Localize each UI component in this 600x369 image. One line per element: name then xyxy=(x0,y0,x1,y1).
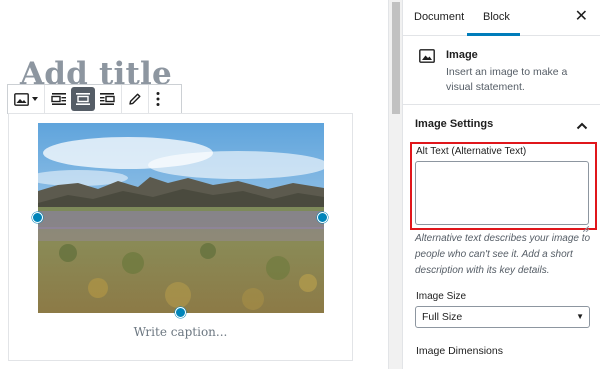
close-sidebar-button[interactable]: ✕ xyxy=(575,9,588,25)
edit-image-button[interactable] xyxy=(124,87,146,111)
chevron-down-icon xyxy=(32,97,38,101)
block-toolbar xyxy=(7,84,182,114)
change-block-type-button[interactable] xyxy=(10,87,42,111)
image-caption-field[interactable]: Write caption... xyxy=(9,325,352,339)
toolbar-group-edit xyxy=(122,85,149,113)
alt-text-help: Alternative text describes your image to… xyxy=(415,233,591,276)
sidebar-tabs: Document Block ✕ xyxy=(403,0,600,36)
align-center-button[interactable] xyxy=(71,87,95,111)
more-options-button[interactable] xyxy=(151,87,165,111)
caret-down-icon: ▼ xyxy=(576,312,584,321)
block-card: Image Insert an image to make a visual s… xyxy=(403,36,600,105)
align-center-icon xyxy=(75,92,91,106)
resize-handle-right[interactable] xyxy=(317,212,328,223)
image-settings-panel-toggle[interactable]: Image Settings xyxy=(403,105,600,142)
tab-block[interactable]: Block xyxy=(483,11,510,23)
image-icon xyxy=(14,92,29,106)
resize-handle-left[interactable] xyxy=(32,212,43,223)
tab-document[interactable]: Document xyxy=(414,11,464,23)
image-icon xyxy=(419,49,435,68)
settings-sidebar: Document Block ✕ Image Insert an image t… xyxy=(402,0,600,369)
toolbar-group-more xyxy=(149,85,167,113)
close-icon: ✕ xyxy=(574,8,588,25)
editor-canvas: Add title Write caption... xyxy=(0,0,388,369)
alt-text-label: Alt Text (Alternative Text) xyxy=(416,146,527,157)
scrollbar-thumb[interactable] xyxy=(392,2,400,114)
block-description: Insert an image to make a visual stateme… xyxy=(446,66,568,93)
image-size-select[interactable]: Full Size ▼ xyxy=(415,306,590,328)
align-left-button[interactable] xyxy=(47,87,71,111)
alt-text-input[interactable] xyxy=(415,161,589,225)
chevron-up-icon xyxy=(576,117,588,135)
more-vertical-icon xyxy=(155,91,161,107)
resize-handle-bottom[interactable] xyxy=(175,307,186,318)
editor-scrollbar[interactable] xyxy=(388,0,402,369)
pencil-icon xyxy=(128,92,142,106)
image-dimensions-label: Image Dimensions xyxy=(416,345,503,357)
align-right-icon xyxy=(99,92,115,106)
image-block[interactable]: Write caption... xyxy=(8,113,353,361)
toolbar-group-alignment xyxy=(45,85,122,113)
block-name: Image xyxy=(446,49,478,61)
align-right-button[interactable] xyxy=(95,87,119,111)
image-size-value: Full Size xyxy=(422,311,463,323)
toolbar-group-block-type xyxy=(8,85,45,113)
panel-title: Image Settings xyxy=(415,118,494,130)
image-size-label: Image Size xyxy=(416,291,467,302)
landscape-image[interactable] xyxy=(38,123,324,313)
align-left-icon xyxy=(51,92,67,106)
